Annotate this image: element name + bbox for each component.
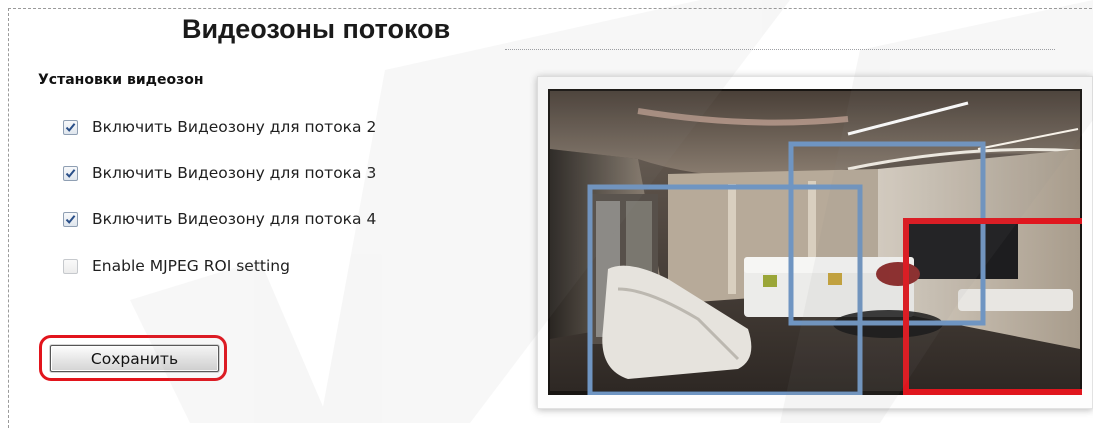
- title-divider: [505, 49, 1055, 50]
- stream-2-checkbox[interactable]: [63, 119, 78, 135]
- mjpeg-roi-checkbox[interactable]: [63, 258, 78, 274]
- cushion: [763, 275, 777, 287]
- camera-preview-image[interactable]: [548, 89, 1082, 395]
- flowers: [876, 262, 920, 286]
- side-bench: [958, 289, 1073, 311]
- stream-4-checkbox[interactable]: [63, 211, 78, 227]
- section-heading: Установки видеозон: [38, 72, 204, 88]
- stream-3-checkbox[interactable]: [63, 165, 78, 181]
- stream-2-label: Включить Видеозону для потока 2: [92, 118, 377, 136]
- checkmark-icon: [65, 214, 76, 224]
- wall-tv: [908, 224, 1018, 279]
- cushion: [828, 273, 842, 285]
- mjpeg-roi-label: Enable MJPEG ROI setting: [92, 257, 290, 275]
- checkmark-icon: [65, 168, 76, 178]
- checkmark-icon: [65, 122, 76, 132]
- option-stream-2[interactable]: Включить Видеозону для потока 2: [63, 117, 376, 137]
- save-button[interactable]: Сохранить: [50, 345, 219, 372]
- page-title: Видеозоны потоков: [182, 14, 451, 44]
- wall-column: [728, 184, 736, 294]
- option-mjpeg-roi[interactable]: Enable MJPEG ROI setting: [63, 256, 290, 276]
- option-stream-4[interactable]: Включить Видеозону для потока 4: [63, 209, 376, 229]
- stream-3-label: Включить Видеозону для потока 3: [92, 164, 377, 182]
- stream-4-label: Включить Видеозону для потока 4: [92, 210, 377, 228]
- option-stream-3[interactable]: Включить Видеозону для потока 3: [63, 163, 376, 183]
- video-preview[interactable]: [537, 76, 1093, 409]
